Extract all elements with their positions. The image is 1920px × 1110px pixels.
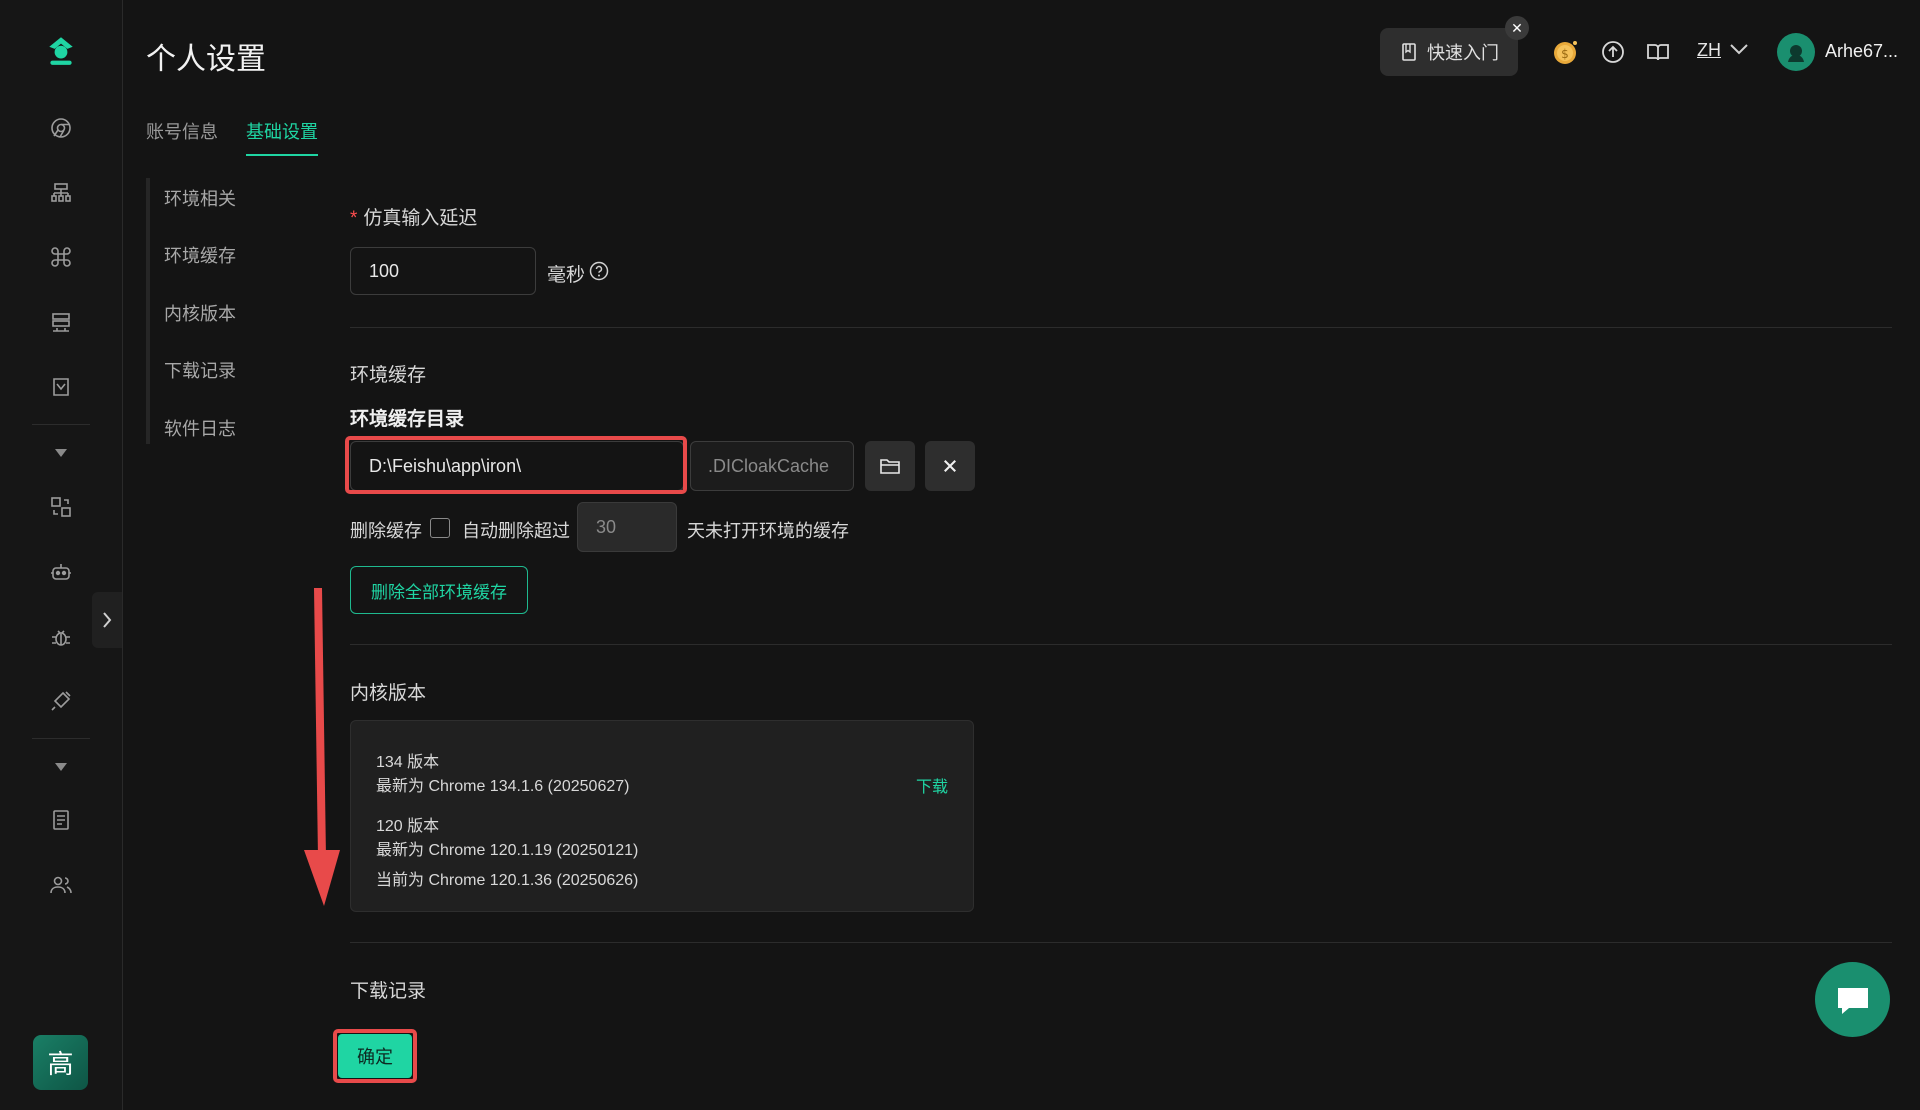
subnav-item-logs[interactable]: 软件日志 xyxy=(164,415,236,441)
section-divider xyxy=(350,942,1892,943)
kernel-134-download-link[interactable]: 下载 xyxy=(916,773,948,797)
subnav-item-kernel[interactable]: 内核版本 xyxy=(164,300,236,326)
svg-text:$: $ xyxy=(1561,47,1569,61)
org-structure-icon[interactable] xyxy=(41,173,81,213)
clear-dir-button[interactable] xyxy=(925,441,975,491)
cache-dir-label: 环境缓存目录 xyxy=(350,409,465,430)
server-list-icon[interactable] xyxy=(41,302,81,342)
input-delay-label: * 仿真输入延迟 xyxy=(350,203,477,230)
user-badge[interactable]: 高 xyxy=(33,1035,88,1090)
input-delay-field[interactable]: 100 xyxy=(350,247,536,295)
kernel-120-title: 120 版本 xyxy=(376,818,440,835)
subnav-item-env[interactable]: 环境相关 xyxy=(164,185,236,211)
team-icon[interactable] xyxy=(41,865,81,905)
quick-start-button[interactable]: 快速入门 xyxy=(1380,28,1518,76)
chevron-right-icon xyxy=(103,612,112,628)
input-delay-unit: 毫秒 xyxy=(547,265,586,286)
auto-delete-checkbox[interactable] xyxy=(430,518,450,538)
tab-account-info[interactable]: 账号信息 xyxy=(146,118,218,154)
coin-icon[interactable]: $ xyxy=(1550,37,1580,67)
required-mark: * xyxy=(350,208,358,229)
help-icon[interactable] xyxy=(589,261,609,286)
kernel-section-title: 内核版本 xyxy=(350,683,427,704)
tab-basic-settings[interactable]: 基础设置 xyxy=(246,118,318,156)
sync-windows-icon[interactable] xyxy=(41,487,81,527)
notes-icon[interactable] xyxy=(41,800,81,840)
kernel-120-latest: 最新为 Chrome 120.1.19 (20250121) xyxy=(376,842,639,859)
sidebar: 高 xyxy=(0,0,123,1110)
folder-button[interactable] xyxy=(865,441,915,491)
close-icon[interactable]: ✕ xyxy=(1505,16,1529,40)
avatar[interactable] xyxy=(1777,33,1815,71)
caret-down-icon[interactable] xyxy=(51,760,71,774)
package-icon[interactable] xyxy=(41,367,81,407)
downloads-section-title: 下载记录 xyxy=(350,981,427,1002)
subnav-item-env-cache[interactable]: 环境缓存 xyxy=(164,242,236,268)
nav-divider xyxy=(32,424,90,425)
caret-down-icon[interactable] xyxy=(51,446,71,460)
kernel-120-current: 当前为 Chrome 120.1.36 (20250626) xyxy=(376,872,639,889)
cache-dir-suffix: .DICloakCache xyxy=(690,441,854,491)
delete-all-cache-button[interactable]: 删除全部环境缓存 xyxy=(350,566,528,614)
language-selector[interactable]: ZH xyxy=(1697,40,1721,61)
kernel-version-card: 134 版本 最新为 Chrome 134.1.6 (20250627) 下载 … xyxy=(350,720,974,912)
folder-icon xyxy=(880,459,900,474)
bug-icon[interactable] xyxy=(41,617,81,657)
auto-delete-suffix: 天未打开环境的缓存 xyxy=(687,521,849,541)
quick-start-label: 快速入门 xyxy=(1427,43,1499,63)
auto-delete-days-input[interactable]: 30 xyxy=(577,502,677,552)
username[interactable]: Arhe67... xyxy=(1825,41,1898,62)
chat-button[interactable] xyxy=(1815,962,1890,1037)
robot-icon[interactable] xyxy=(41,552,81,592)
book-icon xyxy=(1402,43,1416,61)
app-logo-icon[interactable] xyxy=(40,30,82,72)
page-title: 个人设置 xyxy=(146,43,266,76)
chevron-down-icon[interactable] xyxy=(1730,42,1748,60)
subnav-track xyxy=(146,178,150,444)
plugin-icon[interactable] xyxy=(41,681,81,721)
command-icon[interactable] xyxy=(41,237,81,277)
close-icon xyxy=(944,460,956,472)
highlight-confirm xyxy=(333,1029,417,1083)
section-divider xyxy=(350,644,1892,645)
annotation-arrow xyxy=(304,588,340,906)
browser-icon[interactable] xyxy=(41,108,81,148)
subnav-item-downloads[interactable]: 下载记录 xyxy=(164,357,236,383)
upload-icon[interactable] xyxy=(1598,37,1628,67)
cache-section-title: 环境缓存 xyxy=(350,365,427,386)
docs-book-icon[interactable] xyxy=(1643,37,1673,67)
nav-divider xyxy=(32,738,90,739)
section-divider xyxy=(350,327,1892,328)
kernel-134-latest: 最新为 Chrome 134.1.6 (20250627) xyxy=(376,778,630,795)
auto-delete-label: 自动删除超过 xyxy=(462,521,570,541)
kernel-134-title: 134 版本 xyxy=(376,754,440,771)
chat-bubble-icon xyxy=(1837,987,1868,1014)
delete-cache-label: 删除缓存 xyxy=(350,521,422,541)
sidebar-expand-button[interactable] xyxy=(92,592,122,648)
input-delay-label-text: 仿真输入延迟 xyxy=(363,208,478,229)
highlight-cache-dir xyxy=(345,436,687,494)
